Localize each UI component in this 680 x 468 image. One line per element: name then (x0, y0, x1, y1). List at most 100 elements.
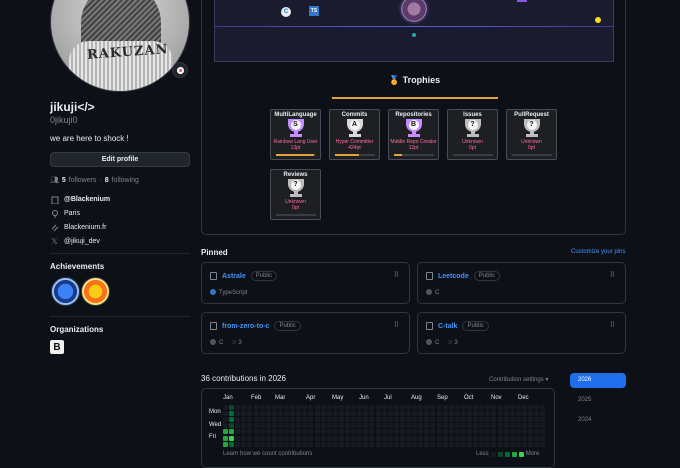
contribution-day[interactable] (515, 423, 521, 429)
contribution-day[interactable] (259, 417, 265, 423)
contribution-day[interactable] (460, 417, 466, 423)
contribution-day[interactable] (528, 411, 533, 417)
contribution-day[interactable] (265, 411, 271, 417)
contribution-day[interactable] (320, 411, 326, 417)
contribution-day[interactable] (259, 411, 265, 417)
contribution-day[interactable] (277, 429, 283, 435)
contribution-day[interactable] (387, 441, 393, 447)
contribution-day[interactable] (326, 435, 332, 441)
contribution-day[interactable] (345, 417, 350, 423)
contribution-day[interactable] (393, 423, 399, 429)
contribution-day[interactable] (229, 435, 235, 441)
contribution-day[interactable] (448, 441, 454, 447)
trophy-card-reviews[interactable]: Reviews? Unknown 0pt (270, 169, 321, 220)
contribution-day[interactable] (473, 441, 479, 447)
contribution-day[interactable] (259, 441, 265, 447)
contribution-day[interactable] (467, 429, 472, 435)
contribution-day[interactable] (357, 435, 363, 441)
contribution-day[interactable] (436, 429, 442, 435)
contribution-day[interactable] (399, 417, 405, 423)
contribution-day[interactable] (509, 429, 515, 435)
contribution-day[interactable] (314, 423, 320, 429)
contribution-day[interactable] (247, 411, 253, 417)
contribution-day[interactable] (387, 417, 393, 423)
contribution-day[interactable] (259, 429, 265, 435)
contribution-day[interactable] (485, 429, 491, 435)
repo-name-link[interactable]: Astrale (222, 273, 246, 280)
contribution-day[interactable] (302, 441, 308, 447)
contribution-day[interactable] (436, 441, 442, 447)
contribution-day[interactable] (479, 423, 485, 429)
contribution-day[interactable] (381, 405, 387, 410)
repo-stars-link[interactable]: ☆ 3 (231, 339, 241, 346)
contribution-day[interactable] (503, 435, 509, 441)
contribution-day[interactable] (363, 423, 369, 429)
contribution-day[interactable] (442, 423, 448, 429)
contribution-day[interactable] (399, 411, 405, 417)
followers-count[interactable]: 5 (62, 177, 66, 184)
contribution-day[interactable] (497, 405, 503, 410)
contribution-day[interactable] (332, 429, 338, 435)
contribution-day[interactable] (363, 429, 369, 435)
contribution-day[interactable] (363, 411, 369, 417)
contribution-day[interactable] (332, 405, 338, 410)
contribution-day[interactable] (290, 423, 296, 429)
org-blackenium-avatar[interactable]: B (50, 340, 64, 354)
contribution-day[interactable] (485, 435, 491, 441)
contribution-day[interactable] (448, 411, 454, 417)
contribution-day[interactable] (277, 405, 283, 410)
learn-contributions-link[interactable]: Learn how we count contributions (223, 451, 312, 457)
contribution-day[interactable] (418, 435, 424, 441)
contribution-day[interactable] (351, 405, 357, 410)
contribution-day[interactable] (247, 423, 253, 429)
contribution-day[interactable] (479, 411, 485, 417)
contribution-day[interactable] (485, 423, 491, 429)
contribution-day[interactable] (253, 423, 259, 429)
achievements-title[interactable]: Achievements (50, 262, 104, 271)
edit-profile-button[interactable]: Edit profile (50, 152, 190, 167)
contribution-day[interactable] (265, 405, 271, 410)
contribution-day[interactable] (393, 435, 399, 441)
contribution-day[interactable] (375, 417, 381, 423)
contribution-day[interactable] (491, 405, 497, 410)
contribution-day[interactable] (277, 435, 283, 441)
contribution-day[interactable] (503, 429, 509, 435)
contribution-day[interactable] (338, 405, 344, 410)
contribution-day[interactable] (454, 417, 460, 423)
contribution-day[interactable] (509, 435, 515, 441)
contribution-day[interactable] (338, 435, 344, 441)
contribution-day[interactable] (534, 411, 540, 417)
contribution-day[interactable] (290, 441, 296, 447)
contribution-day[interactable] (271, 411, 277, 417)
contribution-day[interactable] (363, 405, 369, 410)
contribution-day[interactable] (320, 405, 326, 410)
contribution-day[interactable] (229, 423, 235, 429)
avatar[interactable]: RAKUZAN (50, 0, 190, 92)
contribution-day[interactable] (399, 435, 405, 441)
contribution-day[interactable] (485, 405, 491, 410)
contribution-day[interactable] (302, 435, 308, 441)
contribution-day[interactable] (326, 441, 332, 447)
contribution-day[interactable] (369, 417, 375, 423)
contribution-day[interactable] (460, 441, 466, 447)
contribution-day[interactable] (393, 429, 399, 435)
contribution-day[interactable] (442, 411, 448, 417)
contribution-day[interactable] (259, 435, 265, 441)
contribution-day[interactable] (308, 405, 314, 410)
drag-handle-icon[interactable]: ⠿ (610, 271, 615, 279)
contribution-day[interactable] (418, 405, 424, 410)
contribution-day[interactable] (534, 417, 540, 423)
contribution-day[interactable] (387, 423, 393, 429)
contribution-day[interactable] (534, 429, 540, 435)
contribution-day[interactable] (302, 411, 308, 417)
contribution-day[interactable] (497, 435, 503, 441)
contribution-day[interactable] (338, 441, 344, 447)
contribution-day[interactable] (381, 417, 387, 423)
contribution-day[interactable] (497, 423, 503, 429)
contribution-day[interactable] (351, 417, 357, 423)
contribution-day[interactable] (412, 411, 418, 417)
contribution-day[interactable] (515, 405, 521, 410)
contribution-day[interactable] (357, 429, 363, 435)
contribution-day[interactable] (515, 435, 521, 441)
contribution-day[interactable] (509, 423, 515, 429)
